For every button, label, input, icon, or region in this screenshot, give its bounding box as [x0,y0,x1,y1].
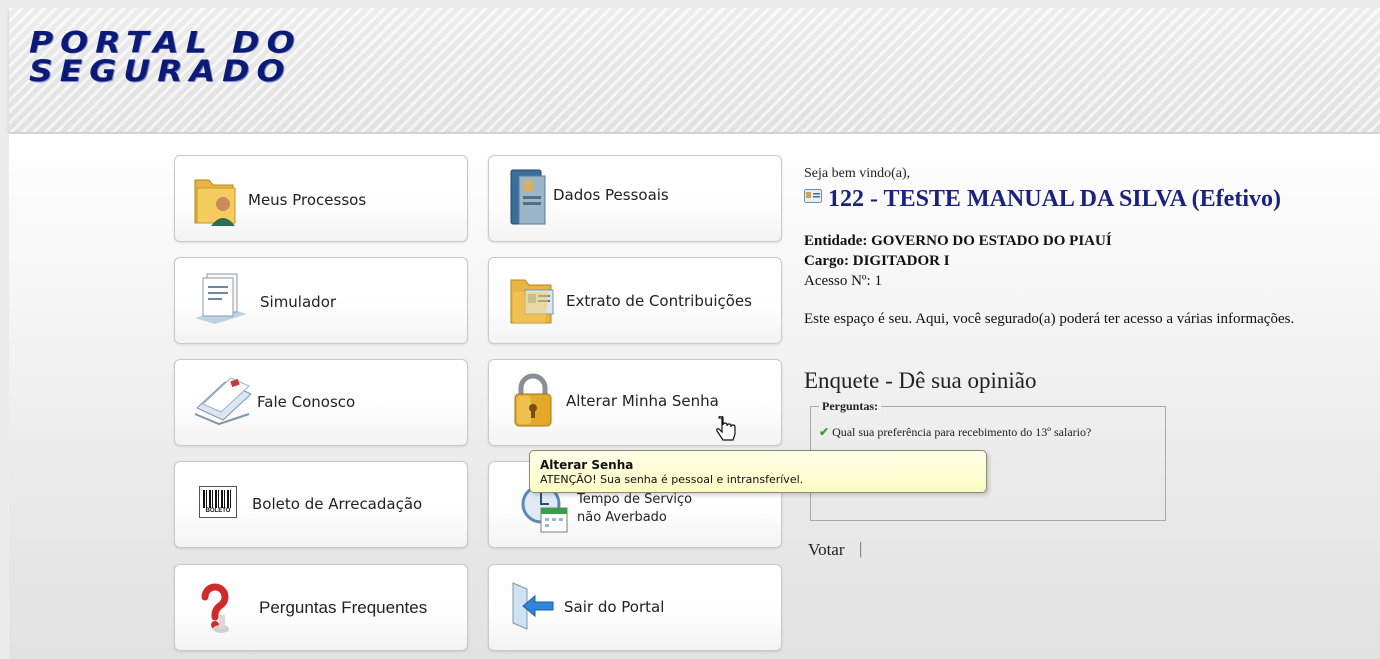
header-banner: PORTAL DO SEGURADO [9,8,1380,133]
acesso-line: Acesso Nº: 1 [804,273,882,289]
entidade-value: GOVERNO DO ESTADO DO PIAUÍ [871,233,1112,249]
exit-arrow-icon [512,582,554,630]
tile-sair[interactable]: Sair do Portal [488,564,782,651]
tooltip-title: Alterar Senha [540,458,634,472]
entidade-label: Entidade: [804,233,868,249]
cargo-label: Cargo: [804,253,849,269]
folder-user-icon [194,179,236,226]
welcome-text: Seja bem vindo(a), [804,166,911,181]
tile-boleto[interactable]: BOLETO Boleto de Arrecadação [174,461,468,548]
barcode-caption: BOLETO [205,508,231,514]
barcode-icon: BOLETO [199,486,237,518]
tile-meus-processos[interactable]: Meus Processos [174,155,468,242]
document-stack-icon [195,273,247,324]
user-name-text: 122 - TESTE MANUAL DA SILVA (Efetivo) [828,186,1281,212]
tile-label-line-1: Tempo de Serviço [577,492,693,507]
description-text: Este espaço é seu. Aqui, você segurado(a… [804,311,1295,327]
cargo-value: DIGITADOR I [852,253,950,269]
tile-label: Dados Pessoais [553,186,669,204]
tile-label: Simulador [260,293,337,311]
hand-cursor-icon [716,416,736,441]
vote-separator: | [859,539,863,558]
tile-label: Extrato de Contribuições [566,292,752,310]
tile-label: Alterar Minha Senha [566,392,719,410]
tile-perguntas-frequentes[interactable]: Perguntas Frequentes [174,564,468,651]
logo-line-2: SEGURADO [29,53,292,89]
poll-question-text: Qual sua preferência para recebimento do… [832,425,1092,439]
portal-logo[interactable]: PORTAL DO SEGURADO [29,27,302,89]
folder-statement-icon [510,279,554,324]
vote-link[interactable]: Votar [808,540,845,560]
user-name: 122 - TESTE MANUAL DA SILVA (Efetivo) [804,186,1281,213]
poll-question[interactable]: ✔ Qual sua preferência para recebimento d… [819,425,1091,440]
tooltip: Alterar Senha ATENÇÃO! Sua senha é pesso… [529,450,987,493]
padlock-icon [514,373,552,427]
id-card-icon [804,189,822,203]
tile-dados-pessoais[interactable]: Dados Pessoais [488,155,782,242]
tile-label-line-2: não Averbado [577,510,667,525]
tile-label: Sair do Portal [564,598,665,616]
entidade-line: Entidade: GOVERNO DO ESTADO DO PIAUÍ [804,233,1112,250]
tile-simulador[interactable]: Simulador [174,257,468,344]
question-mark-icon [201,583,229,633]
tile-label: Meus Processos [248,191,367,209]
tooltip-text: ATENÇÃO! Sua senha é pessoal e intransfe… [540,473,804,486]
tile-label: Boleto de Arrecadação [252,495,423,513]
personal-data-book-icon [510,169,546,225]
cargo-line: Cargo: DIGITADOR I [804,253,950,270]
tile-label: Fale Conosco [257,393,356,411]
mail-envelope-icon [194,377,252,426]
tile-label: Perguntas Frequentes [259,598,428,617]
checkmark-icon: ✔ [819,425,830,439]
tile-fale-conosco[interactable]: Fale Conosco [174,359,468,446]
poll-title: Enquete - Dê sua opinião [804,368,1037,393]
tile-extrato[interactable]: Extrato de Contribuições [488,257,782,344]
poll-legend: Perguntas: [819,399,881,414]
